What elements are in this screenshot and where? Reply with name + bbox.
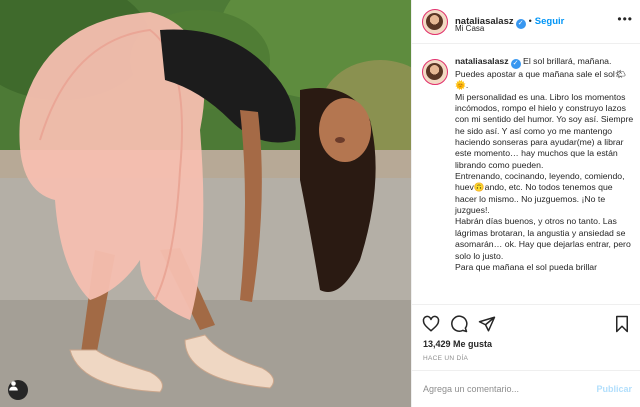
- user-tag-button[interactable]: [8, 380, 28, 400]
- comment-icon[interactable]: [450, 315, 468, 333]
- likes-count[interactable]: 13,429 Me gusta: [423, 339, 492, 349]
- caption-verified-badge-icon: ✓: [510, 59, 521, 69]
- bookmark-icon[interactable]: [613, 315, 631, 333]
- photo-illustration: [0, 0, 411, 407]
- user-tag-icon: [9, 381, 18, 391]
- follow-button[interactable]: Seguir: [535, 16, 565, 27]
- caption-avatar[interactable]: [422, 59, 448, 85]
- more-options-icon[interactable]: •••: [617, 12, 633, 26]
- avatar[interactable]: [422, 9, 448, 35]
- caption-text: El sol brillará, mañana. Puedes apostar …: [455, 56, 634, 272]
- caption-username-link[interactable]: nataliasalasz: [455, 56, 509, 66]
- dot-separator: •: [528, 16, 532, 26]
- caption-area: nataliasalasz ✓ El sol brillará, mañana. …: [412, 54, 640, 304]
- verified-badge-icon: ✓: [515, 19, 526, 29]
- location-link[interactable]: Mi Casa: [455, 24, 484, 33]
- comment-bar: Publicar: [412, 370, 640, 407]
- comment-input[interactable]: [423, 381, 583, 397]
- publish-button[interactable]: Publicar: [596, 384, 632, 394]
- share-icon[interactable]: [478, 315, 496, 333]
- likes-number: 13,429: [423, 339, 451, 349]
- post-side-panel: nataliasalasz ✓ • Seguir Mi Casa ••• natali…: [411, 0, 640, 407]
- heart-icon[interactable]: [422, 315, 440, 333]
- post-timestamp[interactable]: HACE UN DÍA: [423, 355, 468, 362]
- caption: nataliasalasz ✓ El sol brillará, mañana. …: [455, 56, 635, 273]
- post-photo[interactable]: [0, 0, 411, 407]
- post-header: nataliasalasz ✓ • Seguir Mi Casa •••: [412, 0, 640, 44]
- likes-label: Me gusta: [453, 339, 493, 349]
